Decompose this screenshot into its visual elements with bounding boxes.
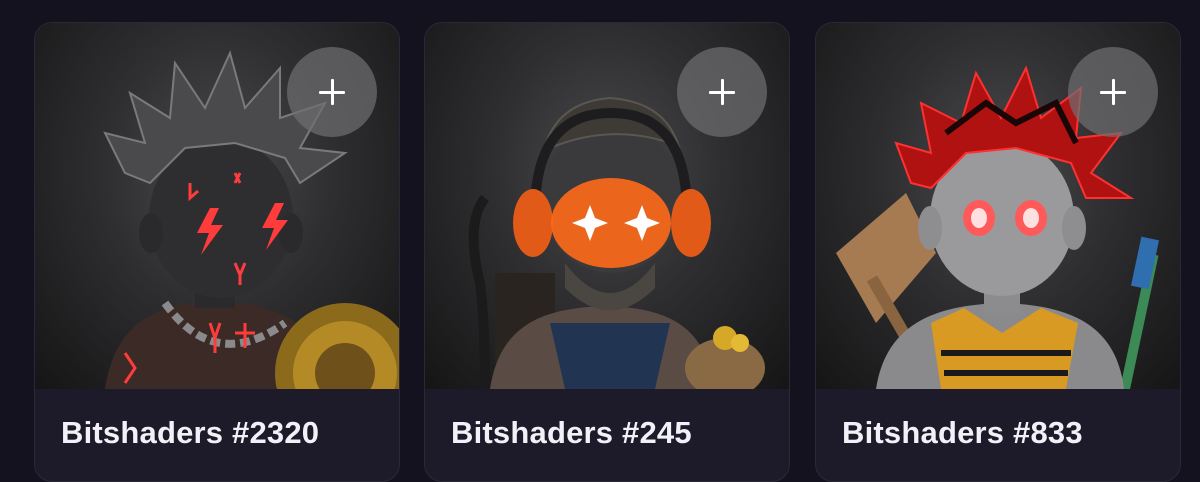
plus-icon	[319, 79, 345, 105]
nft-title: Bitshaders #2320	[61, 415, 320, 450]
nft-card-grid: Bitshaders #2320 Bitshaders #245 Bitshad…	[34, 22, 1184, 482]
add-button[interactable]	[677, 47, 767, 137]
nft-image[interactable]	[35, 23, 399, 389]
nft-card[interactable]: Bitshaders #2320	[34, 22, 400, 482]
nft-title: Bitshaders #833	[842, 415, 1083, 450]
nft-card[interactable]: Bitshaders #833	[815, 22, 1181, 482]
add-button[interactable]	[287, 47, 377, 137]
plus-icon	[709, 79, 735, 105]
nft-title: Bitshaders #245	[451, 415, 692, 450]
nft-card[interactable]: Bitshaders #245	[424, 22, 790, 482]
plus-icon	[1100, 79, 1126, 105]
nft-image[interactable]	[816, 23, 1180, 389]
nft-image[interactable]	[425, 23, 789, 389]
add-button[interactable]	[1068, 47, 1158, 137]
